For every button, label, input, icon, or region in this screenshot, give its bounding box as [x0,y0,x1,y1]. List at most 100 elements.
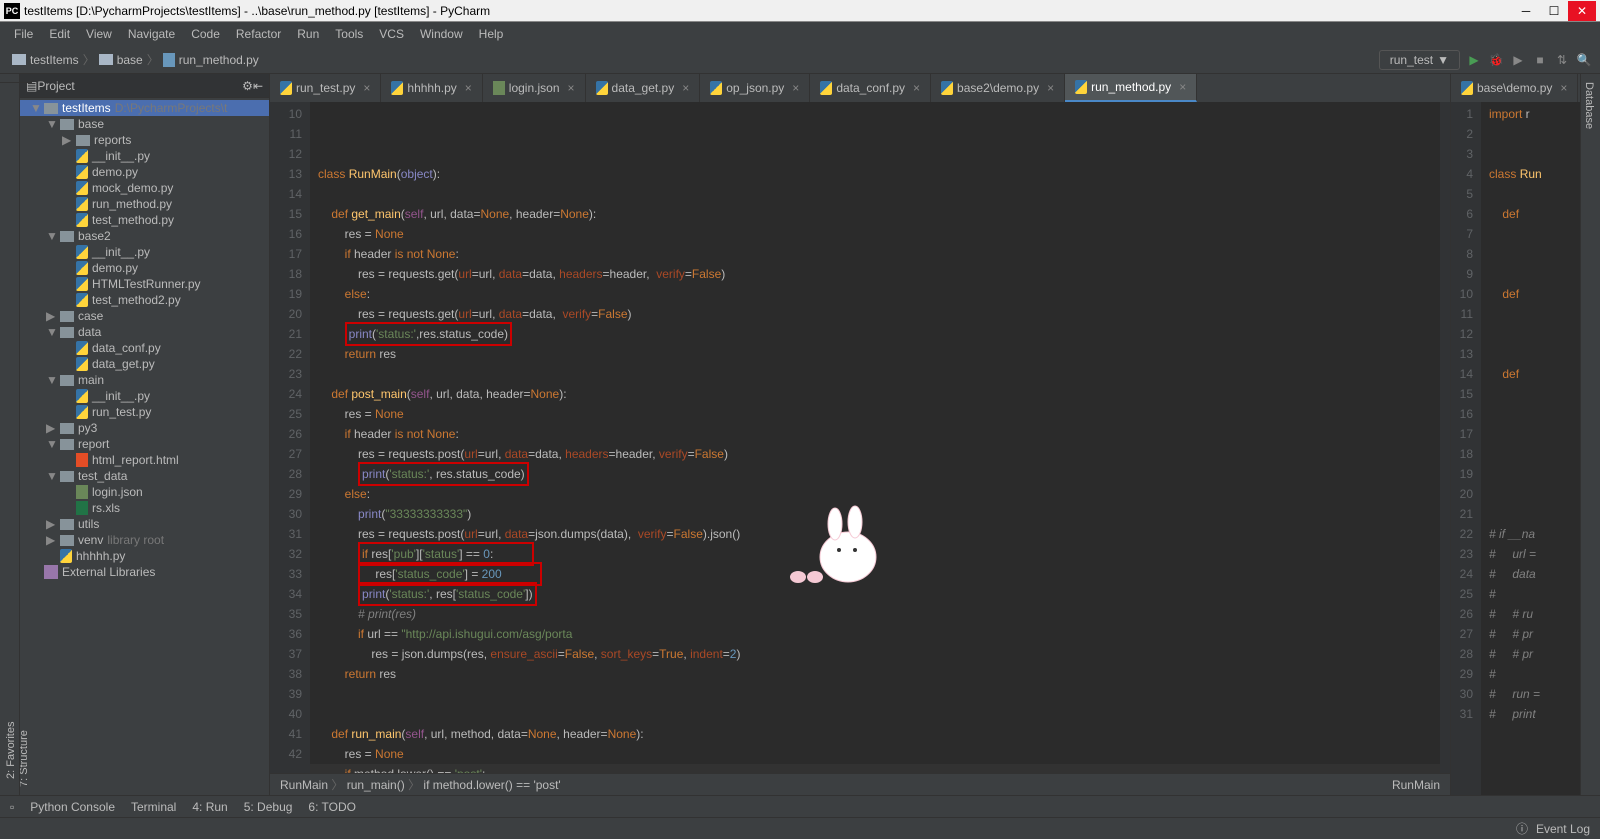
tool-tab[interactable]: Database [1581,74,1597,795]
panel-title: Project [37,79,242,93]
panel-settings-icon[interactable]: ⚙ [242,79,253,93]
menu-file[interactable]: File [8,25,39,43]
tree-item[interactable]: ▼testItems D:\PycharmProjects\t [20,100,269,116]
folder-icon [12,54,26,65]
run-configuration-selector[interactable]: run_test▼ [1379,50,1460,70]
nav-crumb[interactable]: testItems [30,53,79,67]
tree-item[interactable]: External Libraries [20,564,269,580]
pyfile-icon [76,261,88,275]
editor-tab[interactable]: base2\demo.py× [931,74,1065,102]
close-tab-icon[interactable]: × [913,81,920,95]
tree-item[interactable]: HTMLTestRunner.py [20,276,269,292]
menu-edit[interactable]: Edit [43,25,76,43]
tree-item[interactable]: rs.xls [20,500,269,516]
editor-tab[interactable]: data_conf.py× [810,74,931,102]
menu-navigate[interactable]: Navigate [122,25,181,43]
tree-item[interactable]: ▶venv library root [20,532,269,548]
tree-item[interactable]: ▼report [20,436,269,452]
tree-item[interactable]: ▼main [20,372,269,388]
scrollbar[interactable] [1440,102,1450,773]
editor-tab[interactable]: run_test.py× [270,74,381,102]
tree-item[interactable]: mock_demo.py [20,180,269,196]
menu-run[interactable]: Run [291,25,325,43]
tree-item[interactable]: ▶py3 [20,420,269,436]
tree-item[interactable]: ▼base2 [20,228,269,244]
tree-item[interactable]: ▼test_data [20,468,269,484]
close-tab-icon[interactable]: × [465,81,472,95]
pyfile-icon [76,197,88,211]
menu-tools[interactable]: Tools [329,25,369,43]
stop-icon[interactable]: ■ [1532,52,1548,68]
tree-item[interactable]: data_get.py [20,356,269,372]
tree-item[interactable]: run_method.py [20,196,269,212]
menu-window[interactable]: Window [414,25,469,43]
code-editor[interactable]: class RunMain(object): def get_main(self… [310,102,1440,773]
close-tab-icon[interactable]: × [363,81,370,95]
navigation-bar: testItems〉base〉run_method.py run_test▼ ▶… [0,46,1600,74]
close-button[interactable]: ✕ [1568,1,1596,21]
bottom-tool-tab[interactable]: 5: Debug [244,800,293,814]
tree-item[interactable]: ▶reports [20,132,269,148]
close-tab-icon[interactable]: × [1179,80,1186,94]
nav-crumb[interactable]: run_method.py [179,53,259,67]
tree-item[interactable]: ▼base [20,116,269,132]
tree-item[interactable]: ▼data [20,324,269,340]
editor-tab[interactable]: run_method.py× [1065,74,1197,102]
minimize-button[interactable]: ─ [1512,1,1540,21]
folder-icon [60,311,74,322]
event-log-icon[interactable]: ⓘ [1516,820,1528,837]
menu-refactor[interactable]: Refactor [230,25,287,43]
tree-item[interactable]: __init__.py [20,388,269,404]
event-log-label[interactable]: Event Log [1536,822,1590,836]
editor-tab[interactable]: base\demo.py× [1451,74,1578,102]
editor-tab[interactable]: login.json× [483,74,586,102]
tree-item[interactable]: __init__.py [20,244,269,260]
pyfile-icon [76,293,88,307]
nav-crumb[interactable]: base [117,53,143,67]
bottom-tool-tab[interactable]: 4: Run [192,800,227,814]
tree-item[interactable]: __init__.py [20,148,269,164]
tree-item[interactable]: test_method.py [20,212,269,228]
editor-tab[interactable]: data_get.py× [586,74,701,102]
menu-view[interactable]: View [80,25,118,43]
breadcrumb-item[interactable]: RunMain [280,778,328,792]
debug-icon[interactable]: 🐞 [1488,52,1504,68]
tree-item[interactable]: html_report.html [20,452,269,468]
tool-tab[interactable]: 1: Project [0,82,16,795]
project-tree[interactable]: ▼testItems D:\PycharmProjects\t▼base▶rep… [20,98,269,795]
maximize-button[interactable]: ☐ [1540,1,1568,21]
tree-item[interactable]: data_conf.py [20,340,269,356]
breadcrumb-item[interactable]: if method.lower() == 'post' [423,778,560,792]
tool-window-toggle-icon[interactable]: ▫ [10,800,14,814]
tree-item[interactable]: demo.py [20,164,269,180]
search-icon[interactable]: 🔍 [1576,52,1592,68]
tree-item[interactable]: test_method2.py [20,292,269,308]
menu-code[interactable]: Code [185,25,226,43]
tree-item[interactable]: ▶utils [20,516,269,532]
editor-tab[interactable]: op_json.py× [700,74,810,102]
bottom-tool-tab[interactable]: Terminal [131,800,176,814]
coverage-icon[interactable]: ▶ [1510,52,1526,68]
tool-tab[interactable]: 2: Favorites [3,695,19,787]
run-icon[interactable]: ▶ [1466,52,1482,68]
tree-item[interactable]: login.json [20,484,269,500]
bottom-tool-tab[interactable]: Python Console [30,800,115,814]
breadcrumb-item[interactable]: run_main() [347,778,405,792]
tree-item[interactable]: ▶case [20,308,269,324]
panel-collapse-icon[interactable]: ⇤ [253,79,263,93]
close-tab-icon[interactable]: × [682,81,689,95]
tree-item[interactable]: hhhhh.py [20,548,269,564]
tool-tab[interactable]: 7: Structure [16,82,32,795]
close-tab-icon[interactable]: × [568,81,575,95]
vcs-icon[interactable]: ⇅ [1554,52,1570,68]
close-tab-icon[interactable]: × [792,81,799,95]
menu-vcs[interactable]: VCS [373,25,410,43]
right-tool-strip: DatabaseSciViewRemote Host [1580,74,1600,795]
tree-item[interactable]: run_test.py [20,404,269,420]
tree-item[interactable]: demo.py [20,260,269,276]
bottom-tool-tab[interactable]: 6: TODO [308,800,356,814]
folder-icon [60,327,74,338]
editor-tab[interactable]: hhhhh.py× [381,74,482,102]
menu-help[interactable]: Help [473,25,510,43]
close-tab-icon[interactable]: × [1047,81,1054,95]
